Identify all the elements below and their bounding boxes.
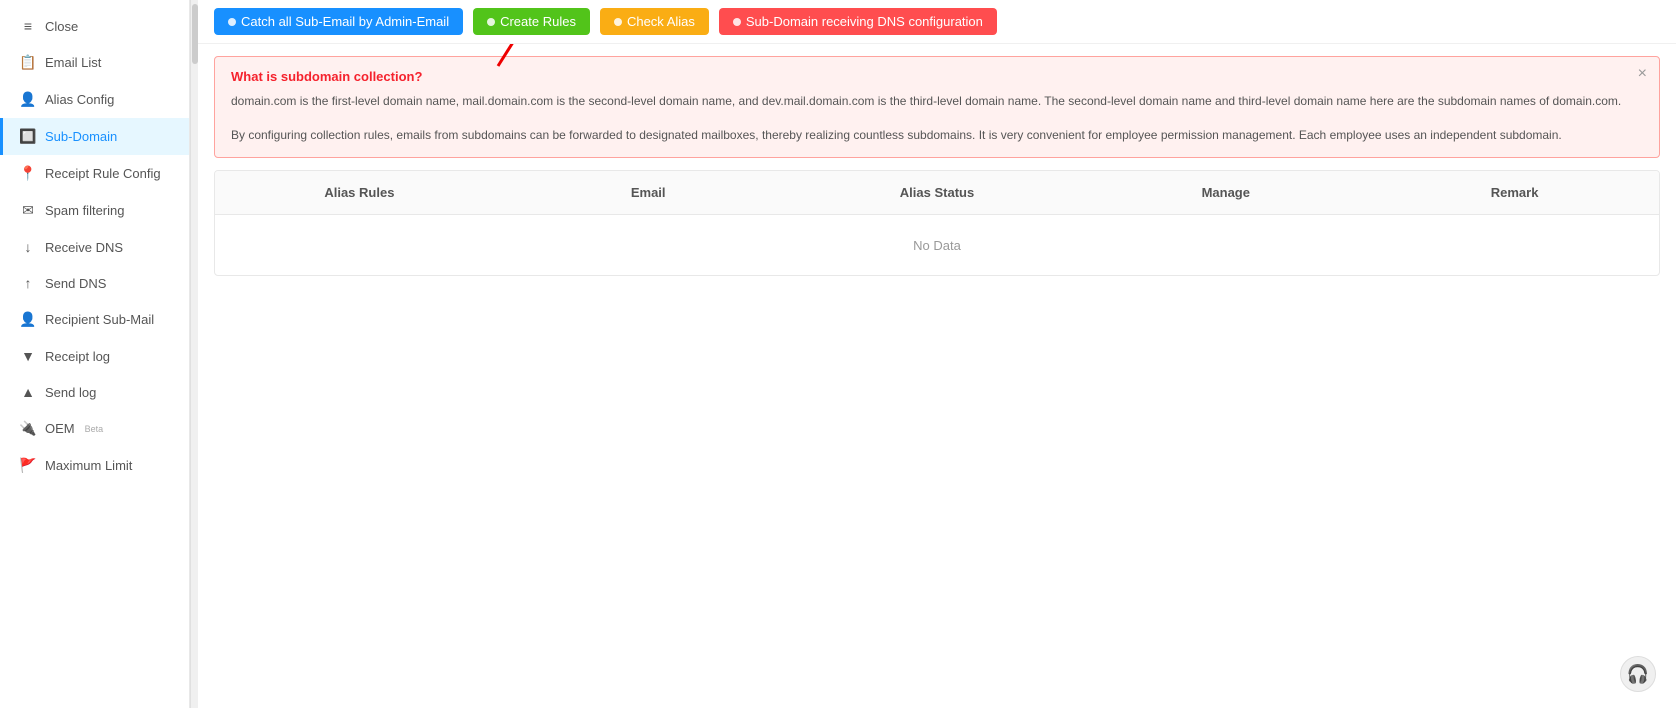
info-box: What is subdomain collection? domain.com… (214, 56, 1660, 158)
receipt-rule-config-icon: 📍 (19, 165, 37, 182)
table-col-alias-rules: Alias Rules (215, 181, 504, 204)
sidebar-item-maximum-limit[interactable]: 🚩 Maximum Limit (0, 447, 189, 484)
support-icon-button[interactable]: 🎧 (1620, 656, 1656, 692)
catch-all-label: Catch all Sub-Email by Admin-Email (241, 14, 449, 29)
sidebar-item-receive-dns[interactable]: ↓ Receive DNS (0, 229, 189, 265)
sidebar-label-oem: OEM (45, 421, 75, 436)
sidebar-item-alias-config[interactable]: 👤 Alias Config (0, 81, 189, 118)
sub-domain-dns-label: Sub-Domain receiving DNS configuration (746, 14, 983, 29)
table-header: Alias RulesEmailAlias StatusManageRemark (215, 171, 1659, 215)
table-col-manage: Manage (1081, 181, 1370, 204)
sidebar-label-send-log: Send log (45, 385, 96, 400)
table-body: No Data (215, 215, 1659, 275)
recipient-sub-mail-icon: 👤 (19, 311, 37, 328)
sidebar-label-send-dns: Send DNS (45, 276, 106, 291)
info-box-title: What is subdomain collection? (231, 69, 1643, 84)
sub-domain-dns-button[interactable]: Sub-Domain receiving DNS configuration (719, 8, 997, 35)
create-rules-dot-icon (487, 18, 495, 26)
sub-domain-dns-dot-icon (733, 18, 741, 26)
info-box-close-button[interactable]: × (1638, 65, 1647, 83)
oem-badge: Beta (85, 424, 104, 434)
check-alias-label: Check Alias (627, 14, 695, 29)
sidebar-item-oem[interactable]: 🔌 OEM Beta (0, 410, 189, 447)
table-col-email: Email (504, 181, 793, 204)
sub-domain-icon: 🔲 (19, 128, 37, 145)
create-rules-button[interactable]: Create Rules (473, 8, 590, 35)
info-box-text-1: domain.com is the first-level domain nam… (231, 92, 1643, 111)
toolbar: Catch all Sub-Email by Admin-Email Create… (198, 0, 1676, 44)
sidebar-item-sub-domain[interactable]: 🔲 Sub-Domain (0, 118, 189, 155)
spam-filtering-icon: ✉ (19, 202, 37, 219)
create-rules-label: Create Rules (500, 14, 576, 29)
check-alias-button[interactable]: Check Alias (600, 8, 709, 35)
sidebar-label-sub-domain: Sub-Domain (45, 129, 117, 144)
alias-config-icon: 👤 (19, 91, 37, 108)
sidebar: ≡ Close 📋 Email List 👤 Alias Config 🔲 Su… (0, 0, 190, 708)
scroll-track[interactable] (190, 0, 198, 708)
sidebar-label-maximum-limit: Maximum Limit (45, 458, 132, 473)
catch-all-dot-icon (228, 18, 236, 26)
sidebar-item-send-dns[interactable]: ↑ Send DNS (0, 265, 189, 301)
sidebar-label-receipt-log: Receipt log (45, 349, 110, 364)
maximum-limit-icon: 🚩 (19, 457, 37, 474)
receipt-log-icon: ▼ (19, 348, 37, 364)
catch-all-button[interactable]: Catch all Sub-Email by Admin-Email (214, 8, 463, 35)
sidebar-item-receipt-log[interactable]: ▼ Receipt log (0, 338, 189, 374)
headset-icon: 🎧 (1627, 664, 1649, 685)
oem-icon: 🔌 (19, 420, 37, 437)
sidebar-item-close[interactable]: ≡ Close (0, 8, 189, 44)
receive-dns-icon: ↓ (19, 239, 37, 255)
main-content: Catch all Sub-Email by Admin-Email Create… (198, 0, 1676, 708)
data-table: Alias RulesEmailAlias StatusManageRemark… (214, 170, 1660, 276)
sidebar-label-email-list: Email List (45, 55, 101, 70)
check-alias-dot-icon (614, 18, 622, 26)
sidebar-label-spam-filtering: Spam filtering (45, 203, 124, 218)
send-dns-icon: ↑ (19, 275, 37, 291)
sidebar-label-recipient-sub-mail: Recipient Sub-Mail (45, 312, 154, 327)
scroll-thumb[interactable] (192, 4, 198, 64)
sidebar-label-close: Close (45, 19, 78, 34)
sidebar-item-email-list[interactable]: 📋 Email List (0, 44, 189, 81)
sidebar-label-receive-dns: Receive DNS (45, 240, 123, 255)
close-icon: ≡ (19, 18, 37, 34)
empty-data-text: No Data (913, 238, 961, 253)
sidebar-item-recipient-sub-mail[interactable]: 👤 Recipient Sub-Mail (0, 301, 189, 338)
table-col-remark: Remark (1370, 181, 1659, 204)
info-box-text-2: By configuring collection rules, emails … (231, 126, 1643, 145)
table-col-alias-status: Alias Status (793, 181, 1082, 204)
email-list-icon: 📋 (19, 54, 37, 71)
sidebar-item-send-log[interactable]: ▲ Send log (0, 374, 189, 410)
info-section: What is subdomain collection? domain.com… (198, 56, 1676, 158)
sidebar-label-alias-config: Alias Config (45, 92, 114, 107)
sidebar-item-spam-filtering[interactable]: ✉ Spam filtering (0, 192, 189, 229)
sidebar-item-receipt-rule-config[interactable]: 📍 Receipt Rule Config (0, 155, 189, 192)
sidebar-label-receipt-rule-config: Receipt Rule Config (45, 166, 161, 181)
send-log-icon: ▲ (19, 384, 37, 400)
content-area: What is subdomain collection? domain.com… (198, 44, 1676, 708)
